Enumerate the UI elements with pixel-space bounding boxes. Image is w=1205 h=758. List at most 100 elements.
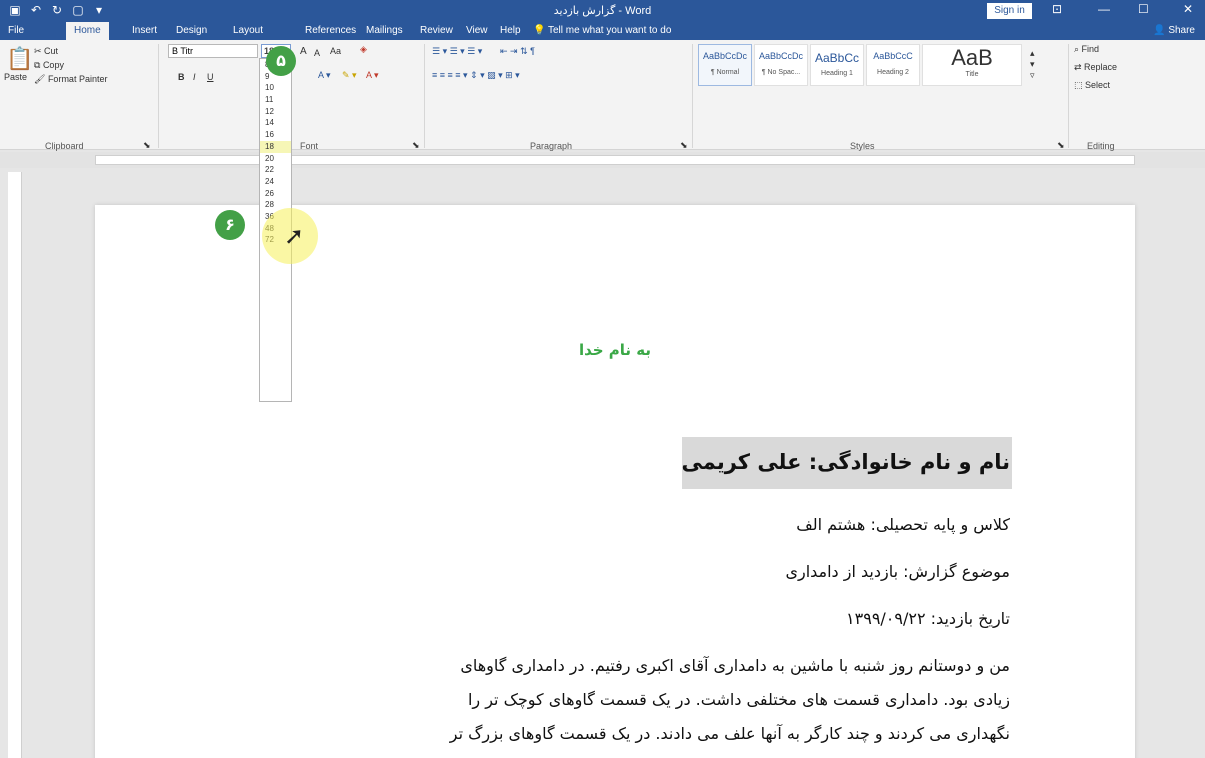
tab-mailings[interactable]: Mailings	[366, 25, 403, 36]
tab-file[interactable]: File	[8, 25, 24, 36]
style-heading-1[interactable]: AaBbCc Heading 1	[810, 44, 864, 86]
replace-button[interactable]: ⇄ Replace	[1074, 62, 1117, 73]
style-name: Heading 1	[821, 70, 853, 77]
cursor-select-icon: ⬚	[1074, 80, 1086, 90]
scissors-icon: ✂	[34, 46, 45, 56]
editing-group-label: Editing	[1087, 141, 1115, 151]
style-name: Title	[965, 71, 979, 78]
copy-label: Copy	[42, 60, 64, 70]
minimize-icon[interactable]: —	[1098, 2, 1110, 16]
font-size-option[interactable]: 22	[260, 164, 291, 176]
paragraph-line: زیادی بود. دامداری قسمت های مختلفی داشت.…	[467, 690, 1010, 709]
brush-icon: 🖌	[34, 74, 48, 84]
paragraph-line: نگهداری می کردند و چند کارگر به آنها علف…	[449, 724, 1010, 743]
bullets-icon[interactable]: ☰ ▾ ☰ ▾ ☰ ▾	[432, 46, 482, 57]
font-size-option[interactable]: 16	[260, 129, 291, 141]
document-page[interactable]: به نام خدا نام و نام خانوادگی: علی کریمی…	[95, 205, 1135, 758]
clear-formatting-icon[interactable]: ◈	[360, 44, 367, 55]
font-size-option[interactable]: 24	[260, 176, 291, 188]
change-case-button[interactable]: Aa	[330, 46, 341, 56]
highlight-color-icon[interactable]: ✎ ▾	[342, 70, 357, 81]
step-badge-5: ۵	[266, 46, 296, 76]
styles-scroll-icon[interactable]: ▴ ▾ ▿	[1030, 48, 1035, 81]
tab-help[interactable]: Help	[500, 25, 521, 36]
underline-button[interactable]: U	[207, 72, 214, 82]
name-line: نام و نام خانوادگی: علی کریمی	[681, 450, 1010, 474]
style-name: ¶ No Spac...	[761, 69, 801, 76]
paragraph-launcher-icon[interactable]: ⬊	[680, 140, 688, 151]
font-size-option[interactable]: 12	[260, 106, 291, 118]
mouse-cursor-icon: ➚	[284, 223, 305, 250]
sign-in-button[interactable]: Sign in	[987, 3, 1032, 19]
style-sample: AaBbCcC	[873, 51, 913, 61]
style-normal[interactable]: AaBbCcDc ¶ Normal	[698, 44, 752, 86]
search-icon: ⌕	[1074, 44, 1082, 54]
divider	[158, 44, 159, 148]
replace-icon: ⇄	[1074, 62, 1085, 72]
font-size-option-highlighted[interactable]: 18	[260, 140, 291, 153]
tab-view[interactable]: View	[466, 25, 488, 36]
step-badge-6: ۶	[215, 210, 245, 240]
person-icon: 👤	[1153, 25, 1169, 36]
divider	[1068, 44, 1069, 148]
copy-icon: ⧉	[34, 60, 43, 70]
font-color-icon[interactable]: A ▾	[366, 70, 379, 81]
vertical-ruler	[8, 172, 22, 758]
maximize-icon[interactable]: ☐	[1138, 2, 1149, 16]
clipboard-launcher-icon[interactable]: ⬊	[143, 140, 151, 151]
ribbon-display-icon[interactable]: ⊡	[1052, 2, 1062, 16]
style-title[interactable]: AaB Title	[922, 44, 1022, 86]
paste-label[interactable]: Paste	[4, 72, 27, 82]
share-label: Share	[1168, 25, 1195, 36]
tab-insert[interactable]: Insert	[132, 25, 157, 36]
font-size-option[interactable]: 26	[260, 188, 291, 200]
style-name: ¶ Normal	[710, 69, 740, 76]
font-size-option[interactable]: 14	[260, 117, 291, 129]
grow-font-button[interactable]: A	[300, 46, 307, 57]
paste-icon[interactable]: 📋	[6, 46, 33, 72]
style-heading-2[interactable]: AaBbCcC Heading 2	[866, 44, 920, 86]
ribbon-tabs: File Home Insert Design Layout Reference…	[0, 22, 1205, 40]
tab-home[interactable]: Home	[66, 22, 109, 40]
style-sample: AaBbCc	[814, 51, 860, 65]
font-launcher-icon[interactable]: ⬊	[412, 140, 420, 151]
class-line: کلاس و پایه تحصیلی: هشتم الف	[796, 515, 1010, 534]
select-button[interactable]: ⬚ Select	[1074, 80, 1110, 91]
find-button[interactable]: ⌕ Find	[1074, 44, 1099, 55]
indent-icon[interactable]: ⇤ ⇥ ⇅ ¶	[500, 46, 535, 57]
title-bar: ▣ ↶ ↻ ▢ ▾ گزارش بازدید - Word Sign in ⊡ …	[0, 0, 1205, 22]
font-size-option[interactable]: 10	[260, 82, 291, 94]
tab-design[interactable]: Design	[176, 25, 207, 36]
replace-label: Replace	[1084, 62, 1118, 72]
style-sample: AaBbCcDc	[702, 51, 747, 61]
bold-button[interactable]: B	[178, 72, 185, 82]
style-sample: AaBbCcDc	[758, 51, 803, 61]
cut-label: Cut	[44, 46, 59, 56]
tab-review[interactable]: Review	[420, 25, 453, 36]
align-icons[interactable]: ≡ ≡ ≡ ≡ ▾ ⇕ ▾ ▧ ▾ ⊞ ▾	[432, 70, 520, 81]
style-sample: AaB	[951, 45, 993, 70]
share-button[interactable]: 👤 Share	[1153, 25, 1195, 36]
font-size-option[interactable]: 20	[260, 153, 291, 165]
format-painter-label: Format Painter	[47, 74, 108, 84]
font-size-option[interactable]: 11	[260, 94, 291, 106]
font-name-input[interactable]: B Titr	[168, 44, 258, 58]
font-group-label: Font	[300, 141, 319, 151]
cut-button[interactable]: ✂ Cut	[34, 46, 58, 57]
text-effects-icon[interactable]: A ▾	[318, 70, 331, 81]
copy-button[interactable]: ⧉ Copy	[34, 60, 64, 71]
shrink-font-button[interactable]: A	[314, 48, 320, 58]
document-heading: به نام خدا	[578, 341, 652, 359]
italic-button[interactable]: I	[193, 72, 196, 82]
divider	[692, 44, 693, 148]
tell-me-box[interactable]: Tell me what you want to do	[548, 25, 671, 36]
format-painter-button[interactable]: 🖌 Format Painter	[34, 74, 107, 85]
close-icon[interactable]: ✕	[1183, 2, 1193, 16]
style-name: Heading 2	[877, 69, 909, 76]
style-no-spacing[interactable]: AaBbCcDc ¶ No Spac...	[754, 44, 808, 86]
clipboard-group-label: Clipboard	[45, 141, 84, 151]
tab-references[interactable]: References	[305, 25, 356, 36]
paragraph-group-label: Paragraph	[530, 141, 573, 151]
tab-layout[interactable]: Layout	[233, 25, 263, 36]
styles-launcher-icon[interactable]: ⬊	[1057, 140, 1065, 151]
